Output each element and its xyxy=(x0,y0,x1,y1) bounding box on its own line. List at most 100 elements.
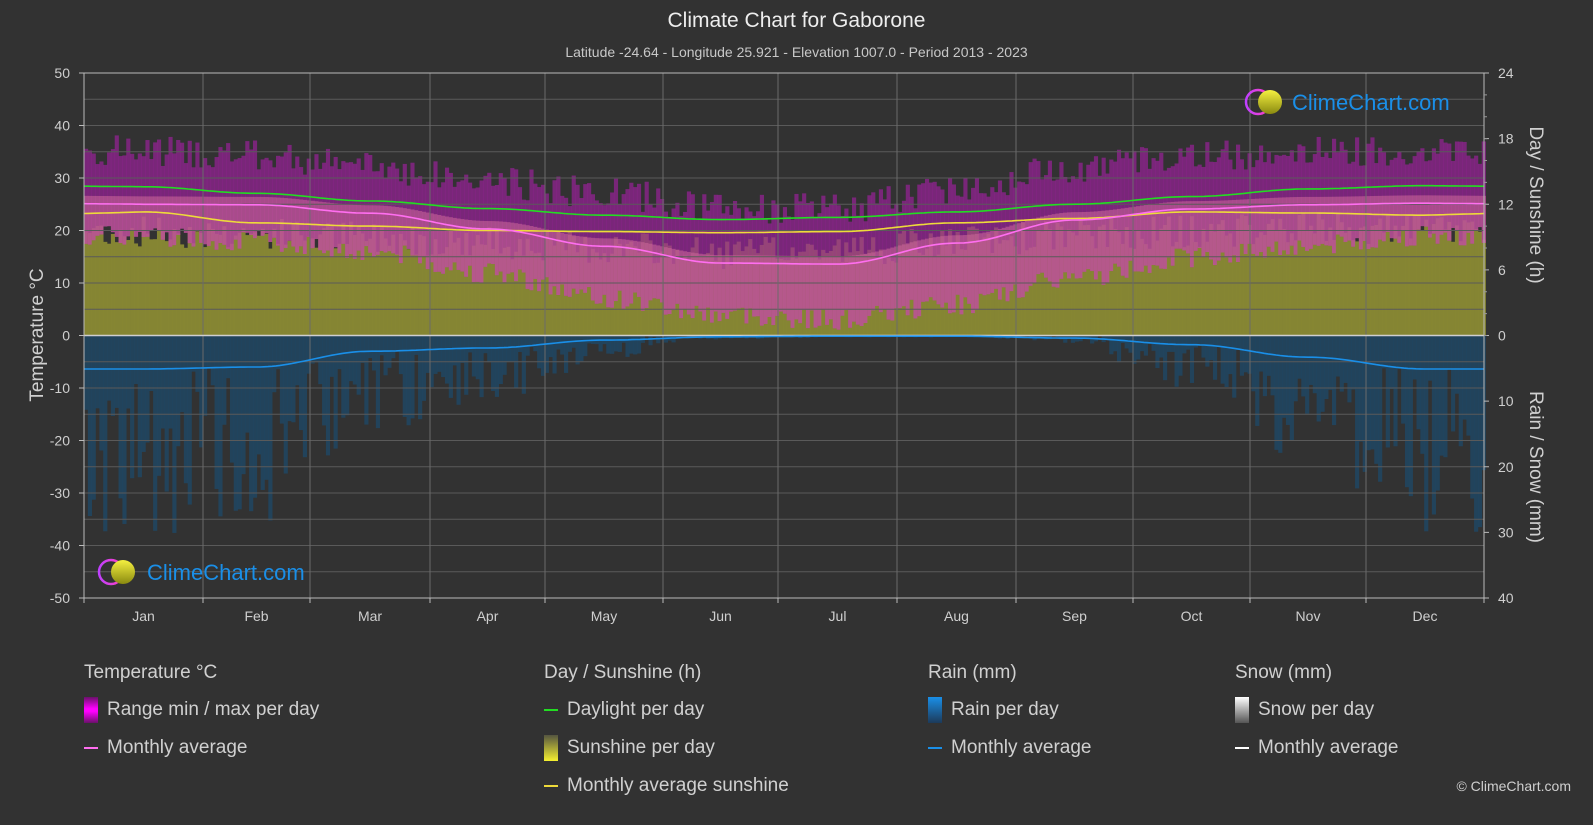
sunshine-bar xyxy=(126,240,131,336)
rain-bar xyxy=(437,335,442,372)
rain-bar xyxy=(1477,335,1483,528)
line-swatch-icon xyxy=(928,747,942,749)
legend-label: Monthly average sunshine xyxy=(567,775,789,796)
left-tick-label: 0 xyxy=(62,328,70,344)
legend-temperature: Temperature °C Range min / max per day M… xyxy=(84,662,319,774)
temp-range-bar xyxy=(1070,212,1076,274)
sunshine-bar xyxy=(268,248,273,336)
rain-bar xyxy=(149,335,154,392)
sunshine-bar xyxy=(107,243,112,336)
right-axis-title-top: Day / Sunshine (h) xyxy=(1525,126,1546,283)
rain-bar xyxy=(302,335,308,458)
rain-bar xyxy=(533,335,538,352)
rain-bar xyxy=(410,335,415,419)
sunshine-bar xyxy=(1324,241,1329,336)
legend-label: Monthly average xyxy=(107,737,248,758)
temp-range-bar xyxy=(752,255,757,317)
rain-bar xyxy=(540,335,546,376)
temp-range-bar xyxy=(940,236,945,308)
rain-bar xyxy=(1347,335,1352,403)
sunshine-bar xyxy=(299,235,304,336)
x-tick-label: Sep xyxy=(1062,608,1087,624)
temp-range-bar xyxy=(91,195,96,241)
sunshine-bar xyxy=(395,254,400,336)
sunshine-bar xyxy=(256,235,261,336)
temp-range-bar xyxy=(702,254,707,321)
temp-range-bar xyxy=(1239,199,1244,244)
sunshine-bar xyxy=(302,240,308,336)
sunshine-bar xyxy=(1186,245,1191,336)
rain-bar xyxy=(391,335,396,359)
rain-bar xyxy=(118,335,123,499)
sunshine-bar xyxy=(406,249,411,336)
rain-bar xyxy=(1416,335,1421,430)
temp-range-bar xyxy=(1428,195,1433,238)
sunshine-bar xyxy=(1431,224,1436,336)
sunshine-bar xyxy=(402,240,407,336)
right-tick-label: 6 xyxy=(1498,262,1506,278)
rain-bar xyxy=(1358,335,1364,442)
temp-range-bar xyxy=(99,195,104,235)
rain-bar xyxy=(210,335,215,386)
temp-range-bar xyxy=(913,241,918,319)
temp-range-bar xyxy=(387,206,392,252)
sunshine-bar xyxy=(95,225,100,336)
temp-range-bar xyxy=(299,199,304,247)
legend-rain: Rain (mm) Rain per day Monthly average xyxy=(928,662,1091,774)
sunshine-bar xyxy=(153,239,158,336)
rain-bar xyxy=(1401,335,1406,424)
x-tick-label: Nov xyxy=(1296,608,1321,624)
sunshine-bar xyxy=(375,251,380,336)
rain-bar xyxy=(1063,335,1068,343)
sunshine-bar xyxy=(260,228,265,336)
temp-range-bar xyxy=(909,242,914,300)
line-swatch-icon xyxy=(1235,747,1249,749)
temp-range-bar xyxy=(176,196,181,235)
temp-range-bar xyxy=(994,229,999,289)
line-swatch-icon xyxy=(544,785,558,787)
temp-range-bar xyxy=(598,238,603,304)
x-tick-label: Jan xyxy=(132,608,155,624)
temp-range-bar xyxy=(1343,196,1348,242)
rain-bar xyxy=(172,335,177,533)
rain-bar xyxy=(110,335,116,416)
legend-item-rain-avg: Monthly average xyxy=(928,736,1091,760)
temp-range-bar xyxy=(613,238,619,302)
rain-bar xyxy=(1443,335,1448,458)
temp-range-bar xyxy=(1082,212,1087,272)
rain-bar xyxy=(206,335,212,368)
rain-bar xyxy=(444,335,450,384)
sunshine-bar xyxy=(1408,238,1413,336)
rain-bar xyxy=(1404,335,1410,488)
temp-range-bar xyxy=(241,196,246,233)
watermark-bottom: ClimeChart.com xyxy=(97,558,305,586)
rain-bar xyxy=(598,335,603,352)
temp-range-bar xyxy=(410,209,415,256)
left-tick-label: -50 xyxy=(50,590,70,606)
rain-bar xyxy=(95,335,100,409)
logo-sun-icon xyxy=(1258,90,1282,114)
temp-range-bar xyxy=(986,231,991,295)
legend-title: Snow (mm) xyxy=(1235,662,1333,683)
rain-bar xyxy=(1366,335,1371,451)
sunshine-bar xyxy=(245,235,250,336)
temp-range-bar xyxy=(894,246,899,309)
x-tick-label: May xyxy=(591,608,617,624)
temp-range-bar xyxy=(1028,219,1033,286)
left-tick-label: 40 xyxy=(54,118,70,134)
rain-bar xyxy=(360,335,365,363)
temp-range-bar xyxy=(1212,200,1218,266)
temp-range-bar xyxy=(491,221,496,265)
left-tick-label: -40 xyxy=(50,538,70,554)
rain-bar xyxy=(395,335,400,352)
rain-bar xyxy=(1120,335,1125,344)
sunshine-bar xyxy=(1458,241,1463,336)
temp-range-bar xyxy=(1147,204,1152,273)
temp-range-bar xyxy=(1393,195,1398,239)
right-tick-label: 12 xyxy=(1498,196,1514,212)
rain-bar xyxy=(84,335,89,410)
rain-bar xyxy=(517,335,523,352)
rain-bar xyxy=(191,335,196,372)
sunshine-bar xyxy=(1355,241,1360,336)
snow-swatch-icon xyxy=(1235,697,1249,723)
